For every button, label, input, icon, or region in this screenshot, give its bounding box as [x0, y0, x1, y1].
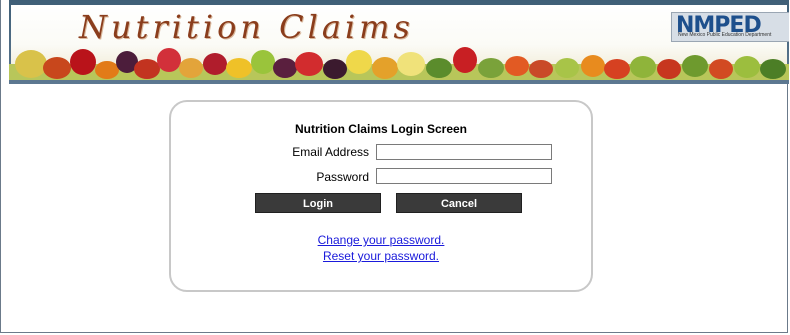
login-button[interactable]: Login	[255, 193, 381, 213]
logo-subtext: New Mexico Public Education Department	[678, 32, 772, 38]
cancel-button[interactable]: Cancel	[396, 193, 522, 213]
change-password-link[interactable]: Change your password.	[171, 233, 591, 247]
email-label: Email Address	[292, 145, 369, 159]
login-title: Nutrition Claims Login Screen	[294, 122, 468, 136]
header-banner: Nutrition Claims NMPED New Mexico Public…	[9, 0, 789, 84]
password-field[interactable]	[376, 168, 552, 184]
nmped-logo: NMPED New Mexico Public Education Depart…	[671, 12, 789, 42]
email-field[interactable]	[376, 144, 552, 160]
fruit-banner-image	[9, 47, 789, 80]
password-label: Password	[316, 170, 369, 184]
login-panel: Nutrition Claims Login Screen Email Addr…	[169, 100, 593, 292]
reset-password-link[interactable]: Reset your password.	[171, 249, 591, 263]
